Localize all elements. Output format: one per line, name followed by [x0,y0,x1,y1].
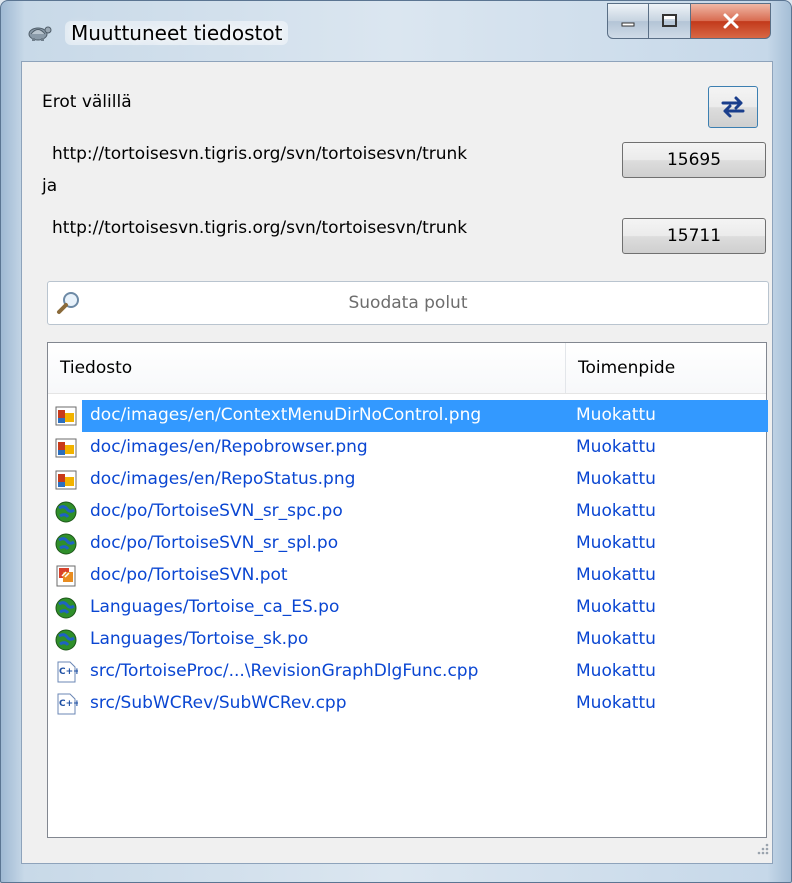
table-row[interactable]: doc/images/en/RepoStatus.png Muokattu [48,464,766,496]
file-path: doc/images/en/Repobrowser.png [90,437,368,457]
file-action: Muokattu [576,629,656,649]
cpp-file-icon: C++ [54,692,81,716]
table-row[interactable]: Languages/Tortoise_sk.po Muokattu [48,624,766,656]
close-button[interactable] [691,3,771,39]
table-row[interactable]: doc/images/en/Repobrowser.png Muokattu [48,432,766,464]
file-path: doc/po/TortoiseSVN_sr_spl.po [90,533,339,553]
file-action: Muokattu [576,693,656,713]
to-revision-button[interactable]: 15711 [622,218,766,254]
file-action: Muokattu [576,597,656,617]
list-rows: doc/images/en/ContextMenuDirNoControl.pn… [48,400,768,720]
column-header-action[interactable]: Toimenpide [566,343,766,393]
table-row[interactable]: doc/po/TortoiseSVN.pot Muokattu [48,560,766,592]
file-path: Languages/Tortoise_sk.po [90,629,309,649]
po-globe-icon [54,596,78,620]
table-row[interactable]: doc/po/TortoiseSVN_sr_spl.po Muokattu [48,528,766,560]
filter-placeholder: Suodata polut [348,293,468,313]
tortoise-icon [25,21,53,43]
file-path: doc/po/TortoiseSVN.pot [90,565,288,585]
and-label: ja [42,176,58,196]
table-row[interactable]: C++ src/TortoiseProc/...\RevisionGraphDlg… [48,656,766,688]
png-image-icon [54,404,78,428]
filter-paths-input[interactable]: Suodata polut [47,281,769,325]
dialog-client-area: Erot välillä http://tortoisesvn.tigris.o… [21,61,773,864]
png-image-icon [54,436,78,460]
table-row[interactable]: C++ src/SubWCRev/SubWCRev.cpp Muokattu [48,688,766,720]
from-url: http://tortoisesvn.tigris.org/svn/tortoi… [52,144,468,164]
file-action: Muokattu [576,661,656,681]
cpp-file-icon: C++ [54,660,81,684]
file-action: Muokattu [576,565,656,585]
caption-buttons [607,3,771,43]
compare-label: Erot välillä [42,92,132,112]
table-row[interactable]: doc/po/TortoiseSVN_sr_spc.po Muokattu [48,496,766,528]
resize-grip-icon[interactable] [756,840,770,861]
file-path: doc/po/TortoiseSVN_sr_spc.po [90,501,343,521]
svg-text:C++: C++ [59,667,78,677]
file-path: src/TortoiseProc/...\RevisionGraphDlgFun… [90,661,479,681]
minimize-button[interactable] [607,3,649,39]
close-icon [723,13,738,29]
file-action: Muokattu [576,501,656,521]
minimize-icon [621,22,635,27]
png-image-icon [54,468,78,492]
swap-revisions-button[interactable] [708,86,758,128]
file-action: Muokattu [576,469,656,489]
pot-file-icon [54,564,78,588]
from-revision-button[interactable]: 15695 [622,142,766,178]
file-path: doc/images/en/RepoStatus.png [90,469,356,489]
file-action: Muokattu [576,533,656,553]
swap-arrows-icon [721,96,745,118]
svg-text:C++: C++ [59,699,78,709]
file-path: doc/images/en/ContextMenuDirNoControl.pn… [90,405,482,425]
file-action: Muokattu [576,437,656,457]
changed-files-window: Muuttuneet tiedostot Erot välillä http:/… [0,0,792,883]
window-title: Muuttuneet tiedostot [65,21,289,45]
po-globe-icon [54,532,78,556]
po-globe-icon [54,500,78,524]
table-row[interactable]: doc/images/en/ContextMenuDirNoControl.pn… [48,400,768,432]
column-header-file[interactable]: Tiedosto [48,343,566,393]
maximize-icon [661,14,677,27]
changed-files-list[interactable]: Tiedosto Toimenpide doc/images/en/Contex… [47,342,768,838]
maximize-button[interactable] [649,3,691,39]
file-action: Muokattu [576,405,656,425]
title-bar[interactable]: Muuttuneet tiedostot [1,1,791,61]
list-header: Tiedosto Toimenpide [48,343,766,394]
po-globe-icon [54,628,78,652]
file-path: Languages/Tortoise_ca_ES.po [90,597,340,617]
file-path: src/SubWCRev/SubWCRev.cpp [90,693,347,713]
table-row[interactable]: Languages/Tortoise_ca_ES.po Muokattu [48,592,766,624]
to-url: http://tortoisesvn.tigris.org/svn/tortoi… [52,218,468,238]
